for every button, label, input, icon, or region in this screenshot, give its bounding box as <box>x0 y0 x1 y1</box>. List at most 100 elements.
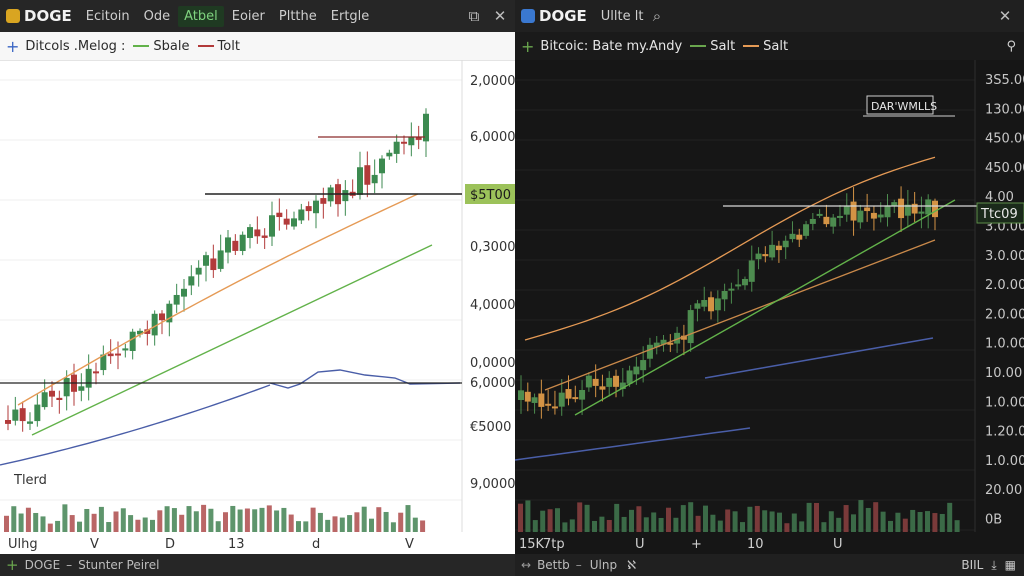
volume-bar <box>215 521 221 532</box>
candle-body <box>225 237 231 253</box>
volume-bar <box>954 520 960 532</box>
search-icon[interactable]: ⌕ <box>645 0 669 32</box>
close-icon[interactable]: ✕ <box>993 0 1017 32</box>
x-tick-label: V <box>90 537 99 552</box>
magnifier-icon[interactable]: ⚲ <box>1006 39 1016 54</box>
y-tick-label: 0,0000 <box>470 356 515 371</box>
add-icon[interactable]: + <box>6 37 19 56</box>
volume-bar <box>636 506 642 532</box>
add-panel-icon[interactable]: + <box>6 556 19 574</box>
candle-body <box>122 348 129 351</box>
y-tick-label: 3S5.00 <box>985 73 1024 88</box>
legend-title: Ditcols .Melog : <box>25 38 126 54</box>
candle-body <box>85 368 92 388</box>
x-tick-label: d <box>312 537 320 552</box>
close-icon[interactable]: ✕ <box>488 0 512 32</box>
volume-bar <box>142 517 148 532</box>
y-tick-label: 10.00 <box>985 366 1022 381</box>
candle-body <box>911 203 918 214</box>
volume-bar <box>939 513 945 532</box>
volume-bar <box>69 515 75 532</box>
bottom-panel-label[interactable]: Stunter Peirel <box>78 558 159 572</box>
volume-bar <box>695 515 701 532</box>
candle-body <box>545 403 552 406</box>
candle-body <box>173 294 180 305</box>
volume-bar <box>281 507 287 532</box>
volume-bar <box>725 509 731 532</box>
bottom-right-label[interactable]: BIIL <box>961 558 983 572</box>
ma-green-line <box>31 244 433 436</box>
bottom-item-1[interactable]: Bettb <box>537 558 570 572</box>
candle-body <box>708 297 715 312</box>
share-icon[interactable]: ⧉ <box>462 0 486 32</box>
candle-body <box>687 310 694 344</box>
bottom-item-2[interactable]: Ulnp <box>590 558 617 572</box>
volume-bar <box>621 516 627 532</box>
volume-bar <box>361 506 367 532</box>
volume-bar <box>880 511 886 532</box>
right-symbol[interactable]: DOGE <box>539 7 587 25</box>
indicator-icon[interactable]: ℵ <box>627 558 636 572</box>
legend-green-line <box>133 45 150 47</box>
candle-body <box>408 137 415 146</box>
volume-bar <box>77 521 82 532</box>
volume-bar <box>680 505 686 532</box>
volume-bar <box>274 510 280 532</box>
add-icon[interactable]: + <box>521 37 534 56</box>
y-tick-label: 20.00 <box>985 483 1022 498</box>
candle-body <box>357 167 363 195</box>
x-tick-label: U <box>833 537 843 552</box>
volume-bar <box>836 517 842 532</box>
volume-bar <box>339 517 345 532</box>
candle-body <box>269 215 275 237</box>
x-tick-label: D <box>165 537 175 552</box>
candle-body <box>836 215 843 218</box>
candle-body <box>41 392 48 408</box>
tab-1[interactable]: Ecitoin <box>80 6 136 27</box>
candle-body <box>762 254 769 257</box>
volume-bar <box>754 505 760 532</box>
volume-bar <box>732 511 738 532</box>
legend-item-2: Tolt <box>217 38 240 54</box>
candle-body <box>816 213 823 216</box>
candle-body <box>809 218 816 224</box>
volume-bar <box>717 520 723 532</box>
tab-3-active[interactable]: Atbel <box>178 5 224 27</box>
volume-bar <box>569 519 575 532</box>
candle-body <box>551 406 558 409</box>
volume-bar <box>865 507 871 532</box>
scroll-left-icon[interactable]: ↔ <box>521 558 531 572</box>
candle-body <box>531 397 538 403</box>
right-price-chart[interactable]: 3S5.00130.00450.00450.004.003.0.003.0.00… <box>515 60 1024 554</box>
candle-body <box>239 234 246 251</box>
y-tick-label: 0B <box>985 513 1002 528</box>
tab-5[interactable]: Pltthe <box>273 6 323 27</box>
volume-bar <box>128 515 134 532</box>
ma-blue-tail <box>269 369 461 389</box>
volume-bar <box>296 521 301 532</box>
tab-4[interactable]: Eoier <box>226 6 271 27</box>
volume-bar <box>525 500 531 532</box>
volume-bar <box>252 509 258 532</box>
candle-body <box>701 299 708 307</box>
left-price-chart[interactable]: 2,0000 6,0000 0,3000 4,0000 0,0000 6,0000 €500… <box>0 60 515 554</box>
volume-bar <box>777 512 782 532</box>
volume-bar <box>673 517 679 532</box>
export-icon[interactable]: ⤓ <box>991 558 996 573</box>
volume-bar <box>629 509 634 532</box>
left-symbol[interactable]: DOGE <box>24 7 72 25</box>
volume-bar <box>412 517 418 532</box>
tab-6[interactable]: Ertgle <box>325 6 376 27</box>
candle-body <box>755 253 762 260</box>
right-tab[interactable]: Ullte lt <box>595 6 650 27</box>
volume-bar <box>577 502 583 532</box>
volume-bar <box>259 507 265 532</box>
volume-bar <box>266 505 272 532</box>
indicator-label: Tlerd <box>13 473 47 488</box>
y-tick-label: 2.0.00 <box>985 307 1024 322</box>
tab-2[interactable]: Ode <box>138 6 176 27</box>
candle-body <box>565 389 572 399</box>
candle-body <box>261 235 268 238</box>
grid-icon[interactable]: ▦ <box>1005 558 1016 572</box>
volume-bar <box>11 506 17 532</box>
